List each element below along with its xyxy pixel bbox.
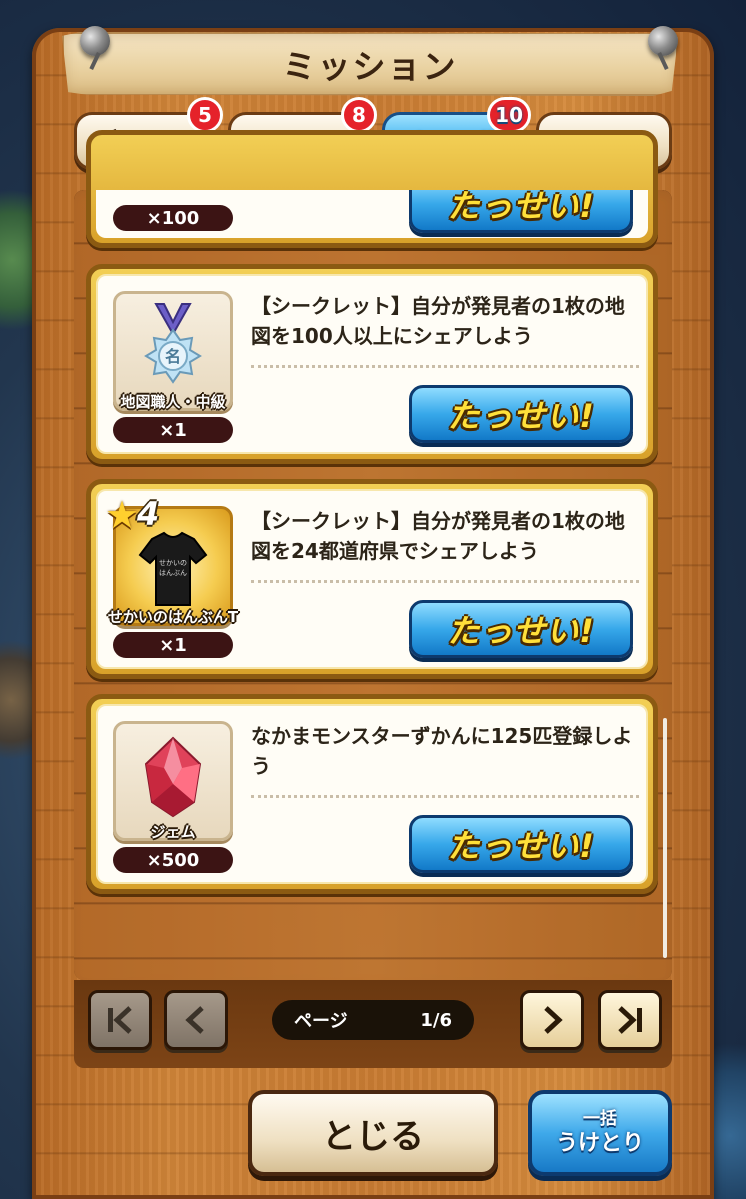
title-plate: ミッション (62, 32, 678, 96)
achieve-button[interactable]: たっせい! (409, 385, 633, 443)
mission-description: 【シークレット】自分が発見者の1枚の地図を100人以上にシェアしよう (251, 294, 625, 348)
reward-quantity: ×1 (113, 417, 233, 443)
mission-card: 名 地図職人・中級 ×1 【シークレット】自分が発見者の1枚の地図を100人以上… (86, 264, 658, 464)
last-page-button[interactable] (598, 990, 662, 1050)
reward-name: せかいのはんぶんT (107, 608, 239, 626)
star-icon: ★ (105, 493, 140, 537)
reward-name: 地図職人・中級 (120, 393, 226, 411)
mission-description: 【シークレット】自分が発見者の1枚の地図を24都道府県でシェアしよう (251, 509, 625, 563)
achieve-button[interactable]: たっせい! (409, 815, 633, 873)
next-page-button[interactable] (520, 990, 584, 1050)
pin-icon (648, 26, 678, 56)
star-rank: 4 (137, 495, 160, 533)
page-number: 1/6 (420, 1009, 452, 1031)
bulk-label-line1: 一括 (583, 1109, 617, 1129)
reward-quantity: ×1 (113, 632, 233, 658)
svg-text:はんぶん: はんぶん (159, 569, 187, 577)
page-indicator: ページ 1/6 (272, 1000, 474, 1040)
reward-quantity: ×500 (113, 847, 233, 873)
reward-name: ジェム (150, 823, 196, 841)
svg-text:せかいの: せかいの (159, 559, 187, 567)
mission-card: せかいの はんぶん ★ 4 せかいのはんぶんT ×1 【シークレット】自分が発見… (86, 479, 658, 679)
achieve-button[interactable]: たっせい! (409, 600, 633, 658)
divider (251, 580, 639, 583)
first-page-icon (108, 1006, 132, 1034)
notification-badge: 8 (341, 97, 377, 133)
bulk-receive-button[interactable]: 一括 うけとり (528, 1090, 672, 1176)
pin-icon (80, 26, 110, 56)
bulk-label-line2: うけとり (555, 1131, 644, 1156)
notification-badge: 5 (187, 97, 223, 133)
svg-text:名: 名 (165, 347, 181, 366)
first-page-button[interactable] (88, 990, 152, 1050)
page-label: ページ (294, 1011, 348, 1032)
divider (251, 365, 639, 368)
last-page-icon (618, 1006, 642, 1034)
chevron-left-icon (185, 1006, 204, 1034)
mission-description: なかまモンスターずかんに125匹登録しよう (251, 724, 633, 778)
notification-badge: 10 (487, 97, 531, 133)
achieve-button[interactable]: たっせい! (409, 190, 633, 233)
reward-quantity: ×100 (113, 205, 233, 231)
close-button[interactable]: とじる (248, 1090, 498, 1176)
scrollbar[interactable] (663, 718, 667, 958)
prev-page-button[interactable] (164, 990, 228, 1050)
mission-card: ジェム ×500 なかまモンスターずかんに125匹登録しよう たっせい! (86, 694, 658, 894)
chevron-right-icon (544, 1006, 563, 1034)
list-clip-top: ×100 たっせい! (74, 190, 672, 252)
divider (251, 795, 639, 798)
page-title: ミッション (282, 47, 458, 86)
